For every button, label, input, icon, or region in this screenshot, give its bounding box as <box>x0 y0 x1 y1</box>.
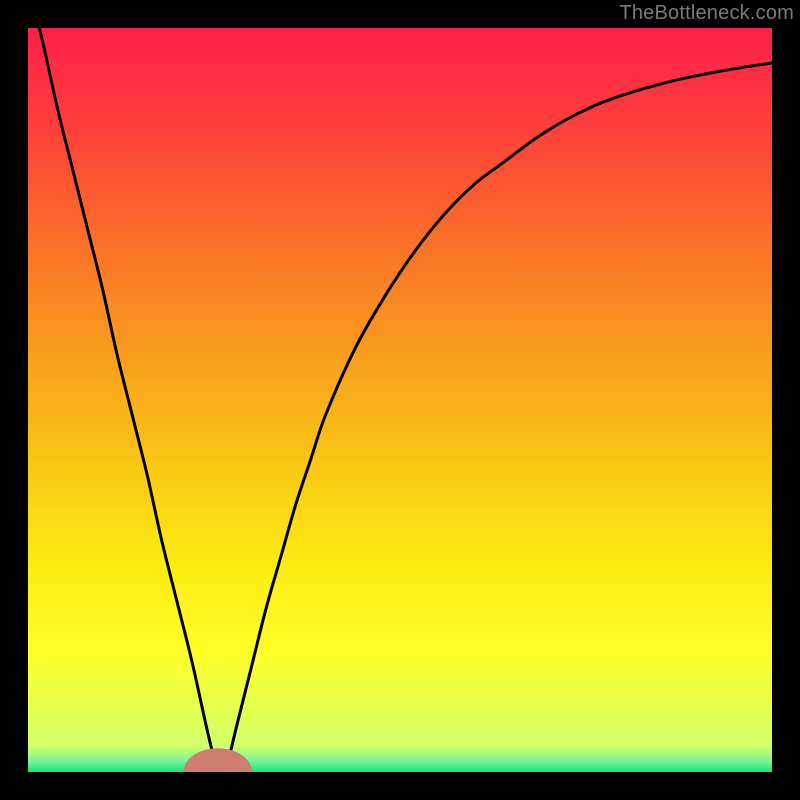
gradient-rect <box>28 28 772 772</box>
plot-frame <box>28 28 772 772</box>
watermark-text: TheBottleneck.com <box>619 2 794 25</box>
bottleneck-chart <box>28 28 772 772</box>
